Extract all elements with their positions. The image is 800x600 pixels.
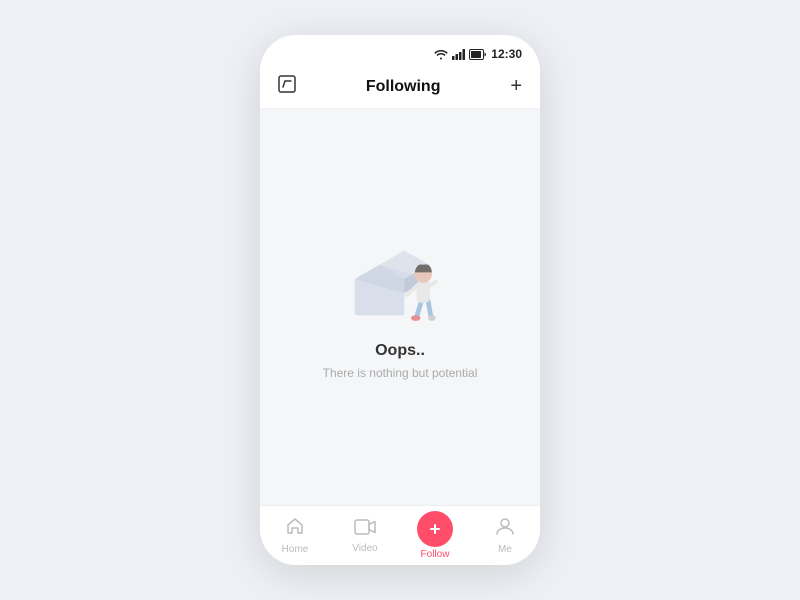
status-time: 12:30 (491, 47, 522, 61)
tab-video[interactable]: Video (330, 518, 400, 554)
edit-icon[interactable] (278, 75, 296, 98)
video-icon (354, 518, 376, 541)
empty-state-subtitle: There is nothing but potential (323, 366, 478, 380)
follow-button[interactable] (417, 511, 453, 547)
tab-video-label: Video (352, 543, 377, 554)
status-bar: 12:30 (260, 35, 540, 67)
tab-bar: Home Video Follow (260, 505, 540, 565)
signal-icon (452, 49, 465, 60)
battery-icon (469, 49, 487, 60)
tab-home-label: Home (282, 544, 309, 555)
empty-illustration (350, 234, 450, 324)
tab-home[interactable]: Home (260, 516, 330, 555)
main-content: Oops.. There is nothing but potential (260, 109, 540, 505)
tab-me[interactable]: Me (470, 516, 540, 555)
wifi-icon (434, 49, 448, 60)
tab-follow-label: Follow (421, 549, 450, 560)
status-icons: 12:30 (434, 47, 522, 61)
empty-state-title: Oops.. (375, 342, 425, 360)
nav-title: Following (366, 78, 441, 96)
me-icon (495, 516, 515, 542)
home-icon (285, 516, 305, 542)
nav-bar: Following + (260, 67, 540, 109)
tab-follow[interactable]: Follow (400, 511, 470, 560)
phone-frame: 12:30 Following + (260, 35, 540, 565)
add-icon[interactable]: + (510, 75, 522, 98)
tab-me-label: Me (498, 544, 512, 555)
